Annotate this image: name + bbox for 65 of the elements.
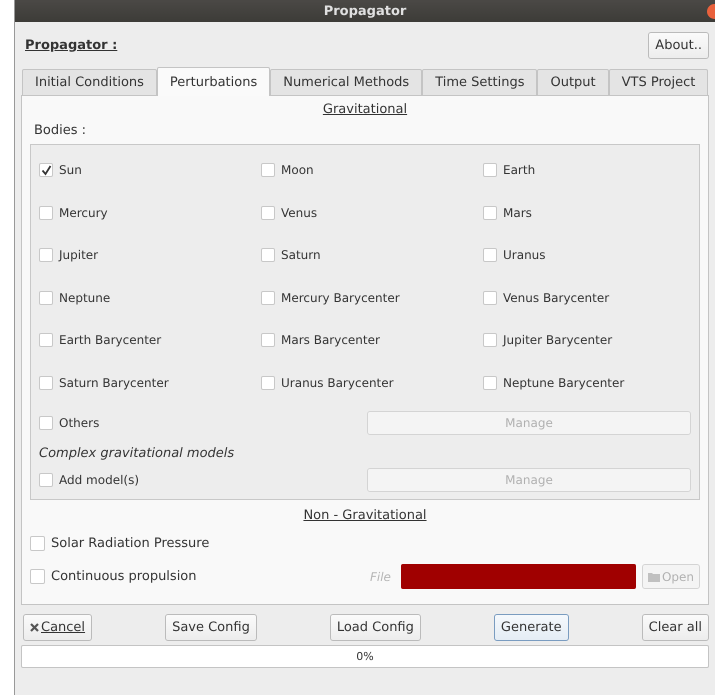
checkbox[interactable] bbox=[261, 290, 275, 305]
checkbox-label: Earth bbox=[503, 163, 536, 178]
checkbox[interactable] bbox=[261, 376, 275, 390]
checkbox-label: Saturn Barycenter bbox=[59, 376, 169, 390]
checkbox-label: Neptune bbox=[59, 290, 110, 305]
checkbox[interactable] bbox=[483, 333, 497, 348]
bodies-label: Bodies : bbox=[34, 123, 86, 138]
checkbox-label: Uranus bbox=[503, 248, 546, 262]
checkbox[interactable] bbox=[483, 163, 497, 178]
checkbox-label: Mars bbox=[503, 206, 532, 220]
progress-text: 0% bbox=[356, 650, 374, 663]
close-icon bbox=[30, 623, 39, 632]
checkbox[interactable] bbox=[261, 248, 275, 262]
checkbox-label: Uranus Barycenter bbox=[281, 376, 394, 390]
tab[interactable]: Output bbox=[537, 69, 609, 95]
dialog-button[interactable]: Save Config bbox=[165, 614, 257, 641]
section-title: Propagator : bbox=[24, 38, 118, 52]
checkbox[interactable] bbox=[39, 290, 53, 305]
dialog-button[interactable]: Generate bbox=[494, 614, 569, 641]
checkbox[interactable] bbox=[483, 376, 497, 390]
checkbox-label: Venus Barycenter bbox=[503, 290, 610, 305]
checkbox-label: Mercury bbox=[59, 206, 108, 220]
checkbox[interactable] bbox=[483, 290, 497, 305]
tab[interactable]: Numerical Methods bbox=[270, 69, 422, 95]
checkbox-label: Venus bbox=[281, 206, 318, 220]
checkbox[interactable] bbox=[261, 163, 275, 178]
tab[interactable]: Time Settings bbox=[422, 69, 538, 95]
checkbox[interactable] bbox=[39, 206, 53, 220]
section-heading: Gravitational bbox=[322, 102, 408, 117]
checkbox-label: Earth Barycenter bbox=[59, 333, 162, 348]
checkbox[interactable] bbox=[261, 206, 275, 220]
checkbox[interactable] bbox=[261, 333, 275, 348]
checkbox-label: Continuous propulsion bbox=[51, 569, 197, 584]
tab[interactable]: VTS Project bbox=[608, 69, 708, 95]
dialog-button[interactable]: Cancel bbox=[23, 614, 92, 641]
checkbox[interactable] bbox=[39, 333, 53, 348]
checkbox-label: Mars Barycenter bbox=[281, 333, 380, 348]
folder-icon bbox=[648, 572, 660, 582]
checkbox-label: Others bbox=[59, 416, 100, 430]
file-field[interactable] bbox=[400, 564, 636, 589]
checkbox[interactable] bbox=[39, 163, 53, 178]
checkbox-label: Saturn bbox=[281, 248, 321, 262]
dialog-button[interactable]: Load Config bbox=[330, 614, 421, 641]
checkbox-label: Sun bbox=[59, 163, 82, 178]
checkbox[interactable] bbox=[483, 248, 497, 262]
about-button[interactable]: About.. bbox=[648, 32, 709, 58]
checkbox-label: Jupiter bbox=[59, 248, 98, 262]
checkbox-label: Add model(s) bbox=[59, 473, 140, 487]
checkbox[interactable] bbox=[30, 536, 45, 551]
tab[interactable]: Initial Conditions bbox=[22, 69, 157, 95]
checkbox[interactable] bbox=[483, 206, 497, 220]
section-heading: Non - Gravitational bbox=[303, 508, 427, 523]
checkbox[interactable] bbox=[39, 376, 53, 390]
dialog-button[interactable]: Clear all bbox=[642, 614, 709, 641]
window-title: Propagator bbox=[15, 0, 715, 22]
checkbox-label: Mercury Barycenter bbox=[281, 290, 400, 305]
checkbox-label: Jupiter Barycenter bbox=[503, 333, 612, 348]
tab[interactable]: Perturbations bbox=[156, 67, 270, 96]
checkbox-label: Neptune Barycenter bbox=[503, 376, 624, 390]
checkbox-label: Solar Radiation Pressure bbox=[51, 536, 210, 551]
checkbox[interactable] bbox=[30, 569, 45, 584]
file-label: File bbox=[370, 570, 391, 584]
checkbox[interactable] bbox=[39, 248, 53, 262]
checkbox-label: Moon bbox=[281, 163, 314, 178]
subsection-heading: Complex gravitational models bbox=[39, 446, 234, 461]
